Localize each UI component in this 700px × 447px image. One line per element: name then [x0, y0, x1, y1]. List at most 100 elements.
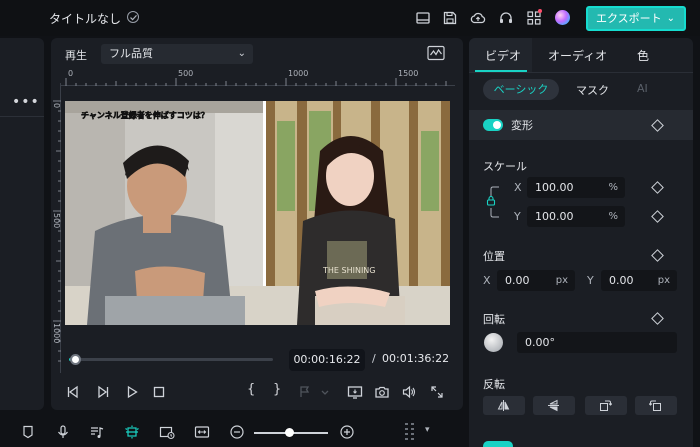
- next-frame-icon[interactable]: [95, 384, 111, 400]
- ruler-label: 1500: [398, 69, 419, 78]
- flip-vertical-button[interactable]: [533, 396, 575, 415]
- lock-link-icon[interactable]: [486, 186, 500, 218]
- scale-y-unit: %: [608, 211, 618, 222]
- divider: [469, 72, 693, 73]
- scale-y-value: 100.00: [535, 210, 574, 223]
- flip-label: 反転: [483, 378, 505, 391]
- playback-progress-track[interactable]: [69, 358, 273, 361]
- ruler-label: 1000: [52, 323, 61, 344]
- subtab-basic[interactable]: ベーシック: [483, 79, 559, 100]
- waveform-icon[interactable]: [427, 45, 445, 61]
- ai-cut-icon[interactable]: [124, 424, 140, 440]
- avatar-icon[interactable]: [555, 10, 570, 25]
- divider: [0, 116, 44, 117]
- rotate-clockwise-icon: [600, 400, 612, 411]
- position-y-input[interactable]: 0.00 px: [601, 270, 677, 291]
- zoom-in-icon[interactable]: [339, 424, 355, 440]
- position-x-value: 0.00: [505, 274, 530, 287]
- snapshot-camera-icon[interactable]: [374, 384, 390, 400]
- chevron-down-icon[interactable]: [317, 384, 333, 400]
- chevron-down-icon: ⌄: [237, 48, 246, 59]
- scale-x-value: 100.00: [535, 181, 574, 194]
- preview-render-icon[interactable]: [159, 424, 175, 440]
- keyframe-diamond-icon[interactable]: [651, 249, 664, 262]
- keyframe-diamond-icon[interactable]: [651, 181, 664, 194]
- headset-icon[interactable]: [497, 9, 515, 27]
- ruler-label: 0: [68, 69, 74, 78]
- current-time[interactable]: 00:00:16:22: [289, 349, 365, 371]
- play-icon[interactable]: [124, 384, 140, 400]
- tab-audio[interactable]: オーディオ: [548, 47, 607, 64]
- position-y-axis: Y: [587, 274, 594, 287]
- mark-in-button[interactable]: {: [247, 382, 255, 397]
- quality-select[interactable]: フル品質 ⌄: [101, 44, 253, 64]
- zoom-slider-handle[interactable]: [285, 428, 294, 437]
- transform-toggle[interactable]: [483, 119, 503, 131]
- render-preview-icon[interactable]: [347, 384, 363, 400]
- marker-dropdown-icon[interactable]: [297, 384, 313, 400]
- keyframe-diamond-icon[interactable]: [651, 119, 664, 132]
- scale-y-input[interactable]: 100.00 %: [527, 206, 625, 227]
- previous-frame-icon[interactable]: [65, 384, 81, 400]
- subtab-ai[interactable]: AI: [637, 82, 648, 95]
- microphone-icon[interactable]: [55, 424, 71, 440]
- chevron-down-icon[interactable]: ▾: [425, 425, 430, 435]
- position-x-input[interactable]: 0.00 px: [497, 270, 575, 291]
- keyframe-diamond-icon[interactable]: [651, 210, 664, 223]
- quality-value: フル品質: [109, 47, 153, 60]
- fullscreen-icon[interactable]: [429, 384, 445, 400]
- transform-title: 変形: [511, 119, 533, 132]
- rotation-dial[interactable]: [484, 333, 503, 352]
- save-icon[interactable]: [441, 9, 459, 27]
- scale-y-axis: Y: [514, 210, 521, 223]
- next-section-toggle[interactable]: [483, 441, 513, 447]
- fit-timeline-icon[interactable]: [194, 424, 210, 440]
- chevron-down-icon: ⌄: [666, 13, 675, 24]
- property-tabs: ビデオ オーディオ 色: [469, 38, 693, 72]
- rotate-counterclockwise-button[interactable]: [635, 396, 677, 415]
- saved-check-icon: [127, 11, 139, 23]
- editor-window: タイトルなし エクスポート ⌄ ••• 再生 フル品質 ⌄ 0 500 1000…: [0, 0, 700, 447]
- video-caption: チャンネル登録者を伸ばすコツは？: [81, 110, 209, 120]
- mark-out-button[interactable]: }: [273, 382, 281, 397]
- video-still-image: THE SHINING チャンネル登録者を伸ばすコツは？: [65, 101, 450, 325]
- time-separator: /: [372, 352, 376, 365]
- ruler-label: 0: [52, 103, 61, 109]
- tab-video[interactable]: ビデオ: [485, 47, 521, 64]
- rotate-counterclockwise-icon: [649, 400, 661, 411]
- scale-x-input[interactable]: 100.00 %: [527, 177, 625, 198]
- rotate-input[interactable]: 0.00°: [517, 332, 677, 353]
- player-label: 再生: [65, 49, 87, 62]
- scale-x-unit: %: [608, 182, 618, 193]
- playhead-handle[interactable]: [70, 354, 82, 365]
- cloud-upload-icon[interactable]: [469, 9, 487, 27]
- export-button[interactable]: エクスポート ⌄: [586, 6, 686, 31]
- tab-color[interactable]: 色: [637, 47, 649, 64]
- grip-handle-icon[interactable]: [405, 421, 415, 443]
- subtab-mask[interactable]: マスク: [576, 82, 609, 98]
- marker-icon[interactable]: [20, 424, 36, 440]
- stop-icon[interactable]: [151, 384, 167, 400]
- video-frame[interactable]: THE SHINING チャンネル登録者を伸ばすコツは？: [65, 101, 450, 325]
- ruler-horizontal: 0 500 1000 1500: [61, 69, 455, 86]
- rotate-clockwise-button[interactable]: [585, 396, 627, 415]
- ruler-label: 500: [52, 213, 61, 229]
- position-label: 位置: [483, 250, 505, 263]
- music-list-icon[interactable]: [89, 424, 105, 440]
- project-title[interactable]: タイトルなし: [49, 10, 121, 27]
- more-options-icon[interactable]: •••: [12, 94, 40, 110]
- flip-horizontal-button[interactable]: [483, 396, 525, 415]
- preview-player: 再生 フル品質 ⌄ 0 500 1000 1500 0 500 1000 THE…: [51, 38, 463, 410]
- transform-section-header[interactable]: 変形: [469, 110, 693, 140]
- total-time: 00:01:36:22: [382, 352, 450, 365]
- zoom-out-icon[interactable]: [229, 424, 245, 440]
- position-x-unit: px: [555, 275, 568, 286]
- layout-icon[interactable]: [414, 9, 432, 27]
- export-label: エクスポート: [596, 12, 662, 25]
- keyframe-diamond-icon[interactable]: [651, 312, 664, 325]
- shirt-text: THE SHINING: [322, 266, 375, 275]
- position-y-unit: px: [657, 275, 670, 286]
- property-panel: ビデオ オーディオ 色 ベーシック マスク AI 変形 スケール X 100.0…: [469, 38, 693, 447]
- volume-icon[interactable]: [401, 384, 417, 400]
- ruler-label: 1000: [288, 69, 309, 78]
